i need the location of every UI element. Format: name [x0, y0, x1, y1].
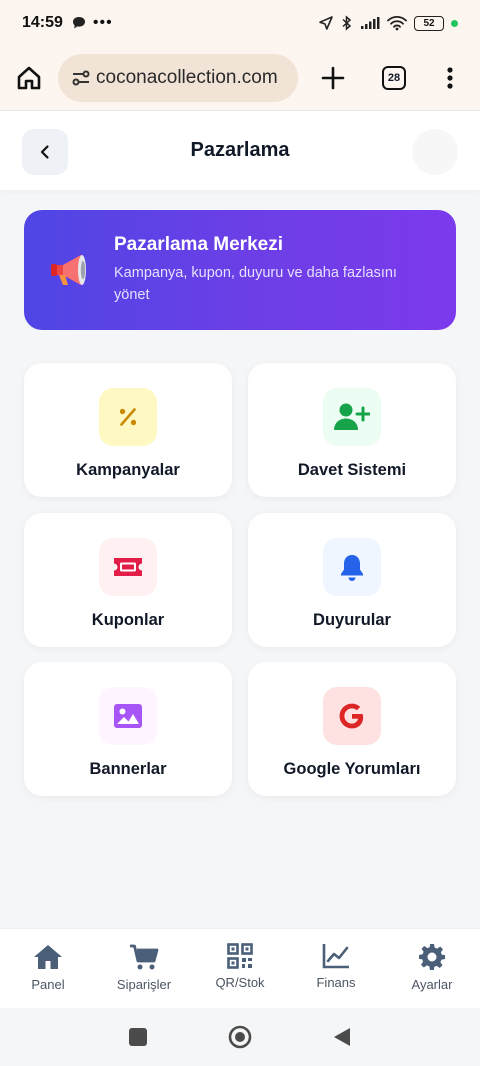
status-bar: 14:59 ••• 52 — [0, 0, 480, 46]
battery-indicator: 52 — [414, 15, 444, 31]
nav-label: Ayarlar — [411, 977, 453, 992]
home-circle-icon[interactable] — [228, 1025, 252, 1049]
tab-switcher-button[interactable]: 28 — [382, 66, 406, 90]
nav-label: QR/Stok — [215, 975, 265, 990]
more-dots-icon: ••• — [92, 14, 113, 31]
ticket-icon — [99, 538, 157, 596]
card-duyurular[interactable]: Duyurular — [248, 513, 456, 647]
back-triangle-icon[interactable] — [332, 1026, 352, 1048]
chart-icon — [322, 944, 349, 969]
card-label: Kuponlar — [91, 611, 165, 629]
url-text: coconacollection.com — [96, 67, 278, 88]
user-plus-icon — [323, 388, 381, 446]
card-davet-sistemi[interactable]: Davet Sistemi — [248, 363, 456, 497]
card-bannerlar[interactable]: Bannerlar — [24, 662, 232, 796]
card-kuponlar[interactable]: Kuponlar — [24, 513, 232, 647]
back-button[interactable] — [22, 129, 68, 175]
percent-icon — [99, 388, 157, 446]
system-navigation-bar — [0, 1008, 480, 1066]
signal-icon — [361, 17, 380, 29]
nav-item-siparisler[interactable]: Siparişler — [96, 929, 192, 1008]
card-label: Duyurular — [313, 611, 391, 629]
nav-label: Siparişler — [116, 977, 172, 992]
card-label: Kampanyalar — [76, 461, 180, 479]
location-arrow-icon — [319, 16, 333, 30]
nav-item-ayarlar[interactable]: Ayarlar — [384, 929, 480, 1008]
marketing-center-banner: Pazarlama Merkezi Kampanya, kupon, duyur… — [24, 210, 456, 330]
bottom-navigation: Panel Siparişler QR/Stok Finans Ayarlar — [0, 928, 480, 1008]
qr-icon — [227, 943, 253, 969]
home-icon — [34, 945, 62, 969]
cart-icon — [130, 944, 159, 970]
nav-item-finans[interactable]: Finans — [288, 929, 384, 1008]
nav-item-qr-stok[interactable]: QR/Stok — [192, 929, 288, 1008]
browser-toolbar: coconacollection.com 28 — [0, 46, 480, 110]
app-header: Pazarlama — [0, 110, 480, 190]
google-icon — [323, 687, 381, 745]
card-google-yorumlari[interactable]: Google Yorumları — [248, 662, 456, 796]
bell-icon — [323, 538, 381, 596]
nav-label: Panel — [31, 977, 65, 992]
page-title: Pazarlama — [190, 139, 290, 161]
new-tab-icon[interactable] — [320, 65, 346, 91]
nav-item-panel[interactable]: Panel — [0, 929, 96, 1008]
status-time: 14:59 — [22, 14, 63, 31]
image-icon — [99, 687, 157, 745]
card-label: Davet Sistemi — [297, 461, 407, 479]
hero-subtitle: Kampanya, kupon, duyuru ve daha fazlasın… — [114, 265, 397, 303]
menu-dots-icon[interactable] — [446, 66, 454, 90]
chevron-left-icon — [40, 145, 49, 159]
bluetooth-icon — [342, 15, 352, 31]
address-bar[interactable]: coconacollection.com — [58, 54, 298, 102]
privacy-dot — [451, 19, 458, 27]
card-label: Bannerlar — [89, 760, 167, 778]
card-kampanyalar[interactable]: Kampanyalar — [24, 363, 232, 497]
home-icon[interactable] — [14, 63, 44, 93]
card-label: Google Yorumları — [283, 760, 421, 778]
hero-title: Pazarlama Merkezi — [114, 234, 283, 255]
gear-icon — [419, 944, 445, 970]
nav-label: Finans — [316, 975, 356, 990]
header-placeholder-button — [412, 129, 458, 175]
megaphone-icon — [46, 244, 98, 296]
wifi-icon — [387, 16, 407, 31]
chat-bubble-icon — [72, 17, 85, 29]
site-settings-icon[interactable] — [70, 67, 92, 89]
recents-square-icon[interactable] — [128, 1027, 148, 1047]
